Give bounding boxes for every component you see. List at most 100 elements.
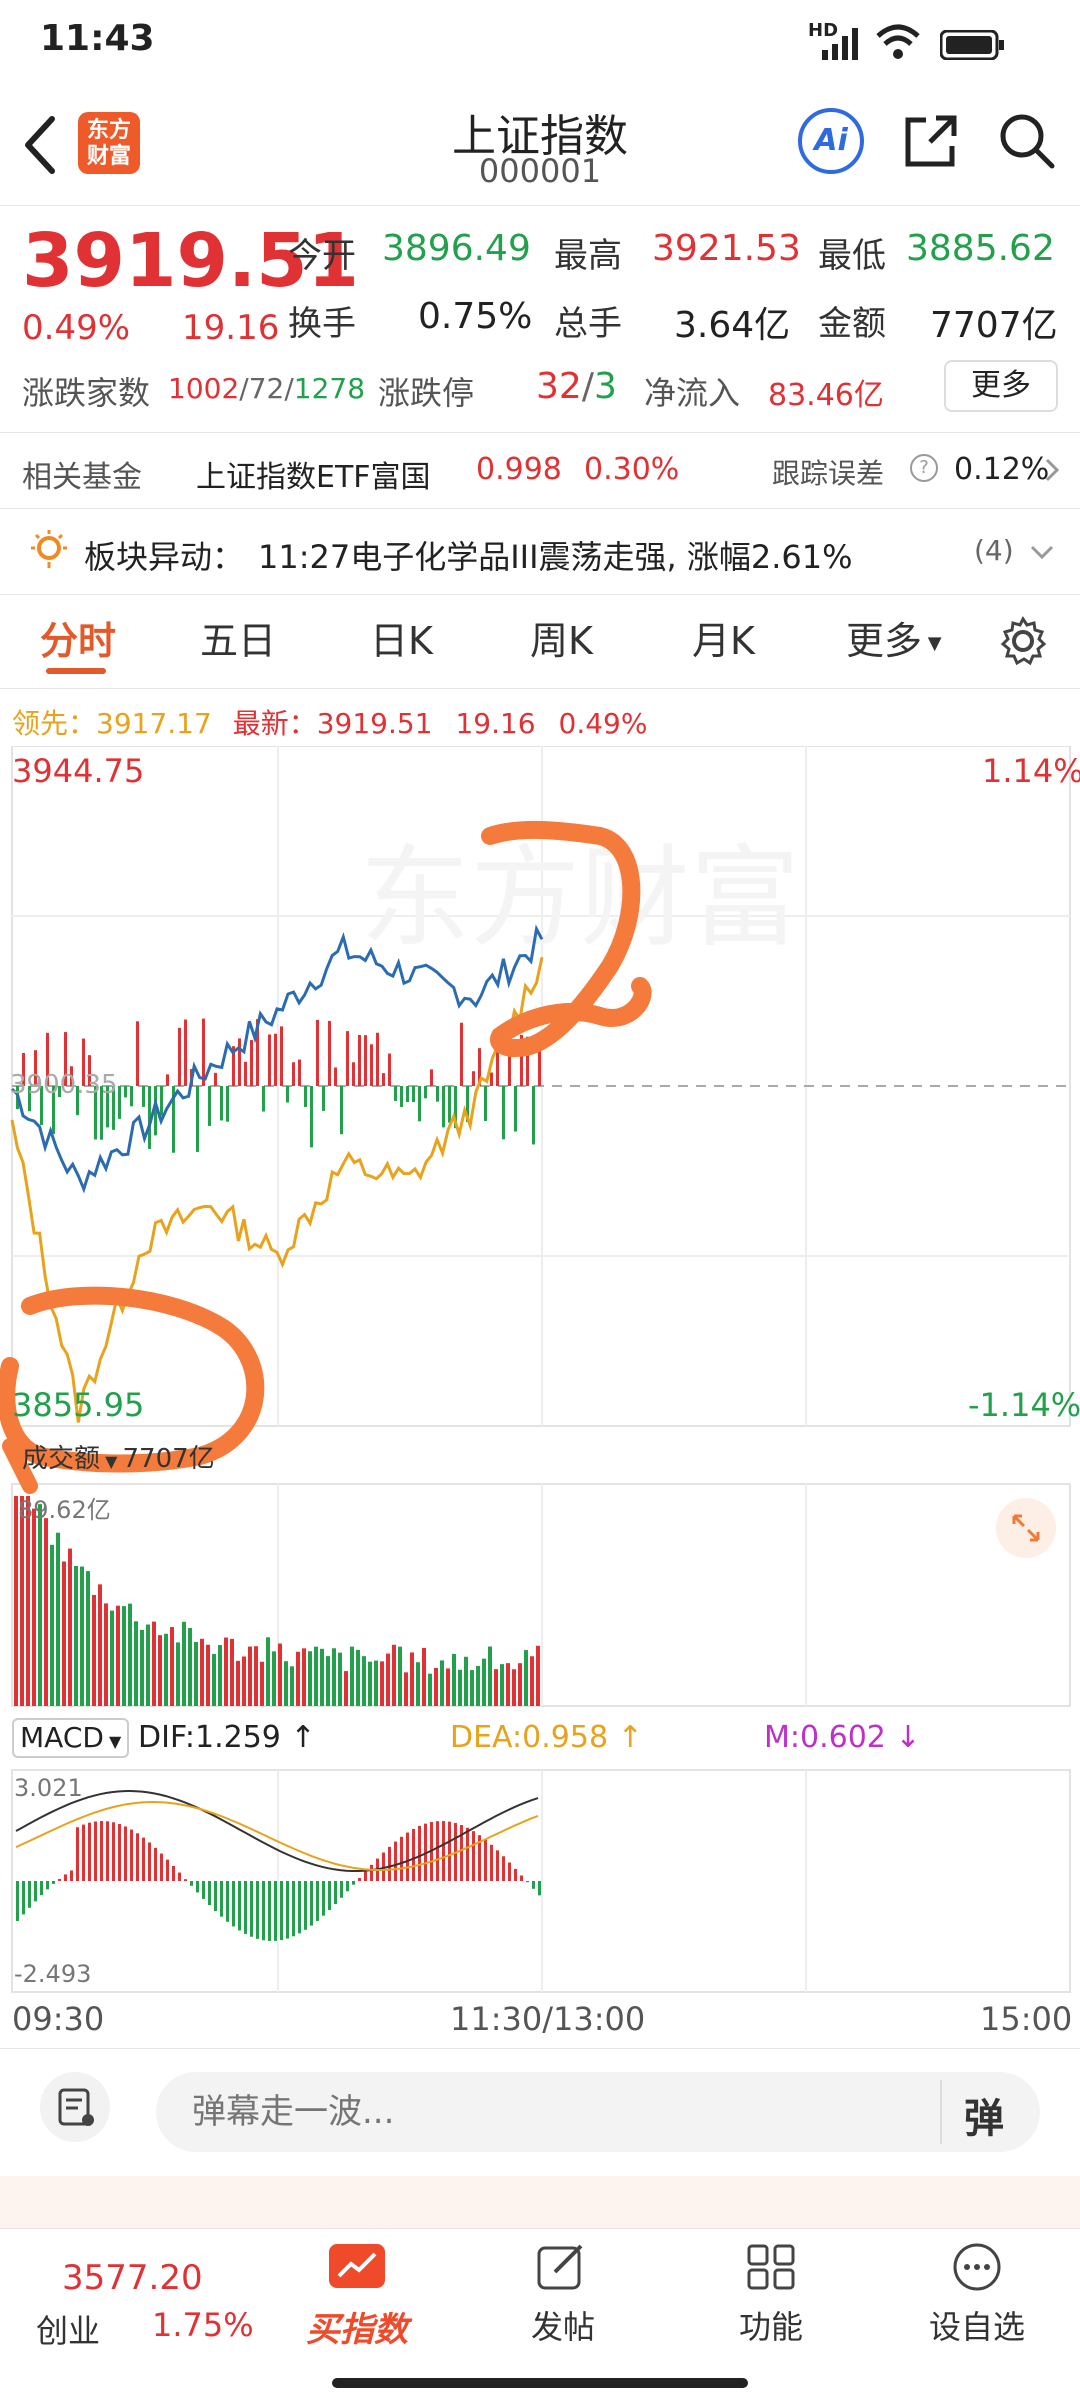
volume-bar [392, 1644, 396, 1706]
status-bar: 11:43 HD [0, 0, 1080, 100]
volume-bar [116, 1605, 120, 1706]
volume-bar [206, 1644, 210, 1706]
macd-dropdown[interactable]: MACD ▼ [12, 1718, 130, 1758]
settings-icon[interactable] [998, 616, 1048, 666]
volume-bar [398, 1646, 402, 1706]
volume-bar [470, 1670, 474, 1706]
back-icon[interactable] [20, 115, 60, 175]
flow-bar [424, 1086, 427, 1099]
flow-bar [178, 1027, 181, 1086]
macd-bar [520, 1875, 523, 1881]
volume-bar [314, 1646, 318, 1706]
macd-bar [208, 1881, 211, 1906]
tab-monthly-k[interactable]: 月K [692, 610, 755, 665]
macd-bar [202, 1881, 205, 1899]
more-button[interactable]: 更多 [944, 360, 1058, 412]
flow-bar [208, 1086, 211, 1126]
flow-bar [166, 1074, 169, 1086]
high-value: 3921.53 [652, 228, 801, 269]
volume-bar [254, 1646, 258, 1706]
tab-weekly-k[interactable]: 周K [530, 610, 593, 665]
alert-text[interactable]: 11:27电子化学品III震荡走强, 涨幅2.61% [258, 532, 853, 578]
stock-code: 000001 [478, 152, 602, 190]
macd-bar [76, 1827, 79, 1881]
nav-add-watchlist[interactable]: 设自选 [902, 2240, 1052, 2348]
breadth-label: 涨跌家数 [22, 374, 151, 412]
expand-button[interactable] [996, 1498, 1056, 1558]
danmu-toggle-button[interactable]: 弹 [964, 2086, 1004, 2144]
macd-bar [400, 1836, 403, 1881]
nav-post[interactable]: 发帖 [508, 2240, 618, 2348]
comment-list-icon [58, 2088, 94, 2126]
intraday-chart[interactable]: 东方财富 [0, 746, 1080, 2046]
nav-index-name[interactable]: 创业 [36, 2306, 100, 2352]
fund-name[interactable]: 上证指数ETF富国 [196, 452, 431, 496]
volume-bar [230, 1638, 234, 1706]
tracking-label: 跟踪误差 [772, 457, 885, 490]
macd-bar [172, 1865, 175, 1881]
flow-bar [418, 1086, 421, 1122]
flow-bar [244, 1061, 247, 1086]
macd-bar [370, 1864, 373, 1881]
volume-label: 总手 [554, 304, 622, 344]
ai-button[interactable]: Ai [798, 108, 864, 174]
macd-top-label: 3.021 [14, 1774, 83, 1802]
volume-dropdown[interactable]: 成交额 ▼ 7707亿 [22, 1438, 215, 1475]
macd-bar [436, 1821, 439, 1881]
battery-icon [940, 30, 1004, 60]
chevron-down-icon[interactable] [1030, 544, 1054, 560]
volume-bar [56, 1532, 60, 1706]
volume-bar [110, 1610, 114, 1706]
change-pct: 0.49% [22, 308, 131, 348]
macd-bar [88, 1822, 91, 1881]
share-icon[interactable] [902, 112, 960, 170]
tab-daily-k[interactable]: 日K [370, 610, 433, 665]
volume-bar [524, 1650, 528, 1706]
nav-index-pct[interactable]: 1.75% [152, 2306, 254, 2344]
volume-bar [458, 1669, 462, 1706]
macd-bar [448, 1821, 451, 1881]
volume-bar [512, 1669, 516, 1706]
more-dots-icon [953, 2243, 1001, 2291]
tab-five-day[interactable]: 五日 [200, 610, 276, 665]
flow-bar [394, 1086, 397, 1101]
nav-function[interactable]: 功能 [716, 2240, 826, 2348]
volume-bar [410, 1652, 414, 1706]
volume-bar [338, 1652, 342, 1706]
macd-bar [532, 1881, 535, 1889]
flow-bar [124, 1086, 127, 1098]
flow-bar [346, 1031, 349, 1086]
nav-index-value[interactable]: 3577.20 [62, 2258, 203, 2298]
comment-list-button[interactable] [40, 2072, 110, 2142]
macd-bar [496, 1850, 499, 1881]
time-start-label: 09:30 [12, 2000, 105, 2038]
flow-bar [514, 1086, 517, 1132]
flow-bar [430, 1069, 433, 1086]
expand-icon [1012, 1514, 1040, 1542]
help-icon[interactable]: ? [910, 454, 938, 482]
turnover-label: 换手 [288, 304, 356, 344]
volume-bar [242, 1656, 246, 1706]
volume-bar [14, 1496, 18, 1706]
volume-bar [386, 1653, 390, 1706]
search-icon[interactable] [998, 112, 1056, 170]
volume-bar [284, 1661, 288, 1706]
flow-bar [238, 1038, 241, 1086]
tab-more[interactable]: 更多 ▼ [846, 610, 942, 665]
nav-buy-index[interactable]: 买指数 [292, 2240, 422, 2351]
flow-bar [268, 1034, 271, 1086]
volume-bar [146, 1624, 150, 1706]
flow-bar [286, 1086, 289, 1103]
macd-bar [64, 1874, 67, 1881]
flow-bar [274, 1033, 277, 1086]
volume-bar [422, 1647, 426, 1706]
fund-label: 相关基金 [22, 460, 142, 495]
volume-bar [272, 1651, 276, 1706]
macd-bar [364, 1871, 367, 1881]
tab-intraday[interactable]: 分时 [40, 610, 116, 665]
volume-bar [500, 1664, 504, 1706]
volume-bar [440, 1660, 444, 1706]
flow-bar [364, 1035, 367, 1086]
volume-bar [248, 1646, 252, 1706]
danmu-input[interactable] [156, 2072, 936, 2152]
